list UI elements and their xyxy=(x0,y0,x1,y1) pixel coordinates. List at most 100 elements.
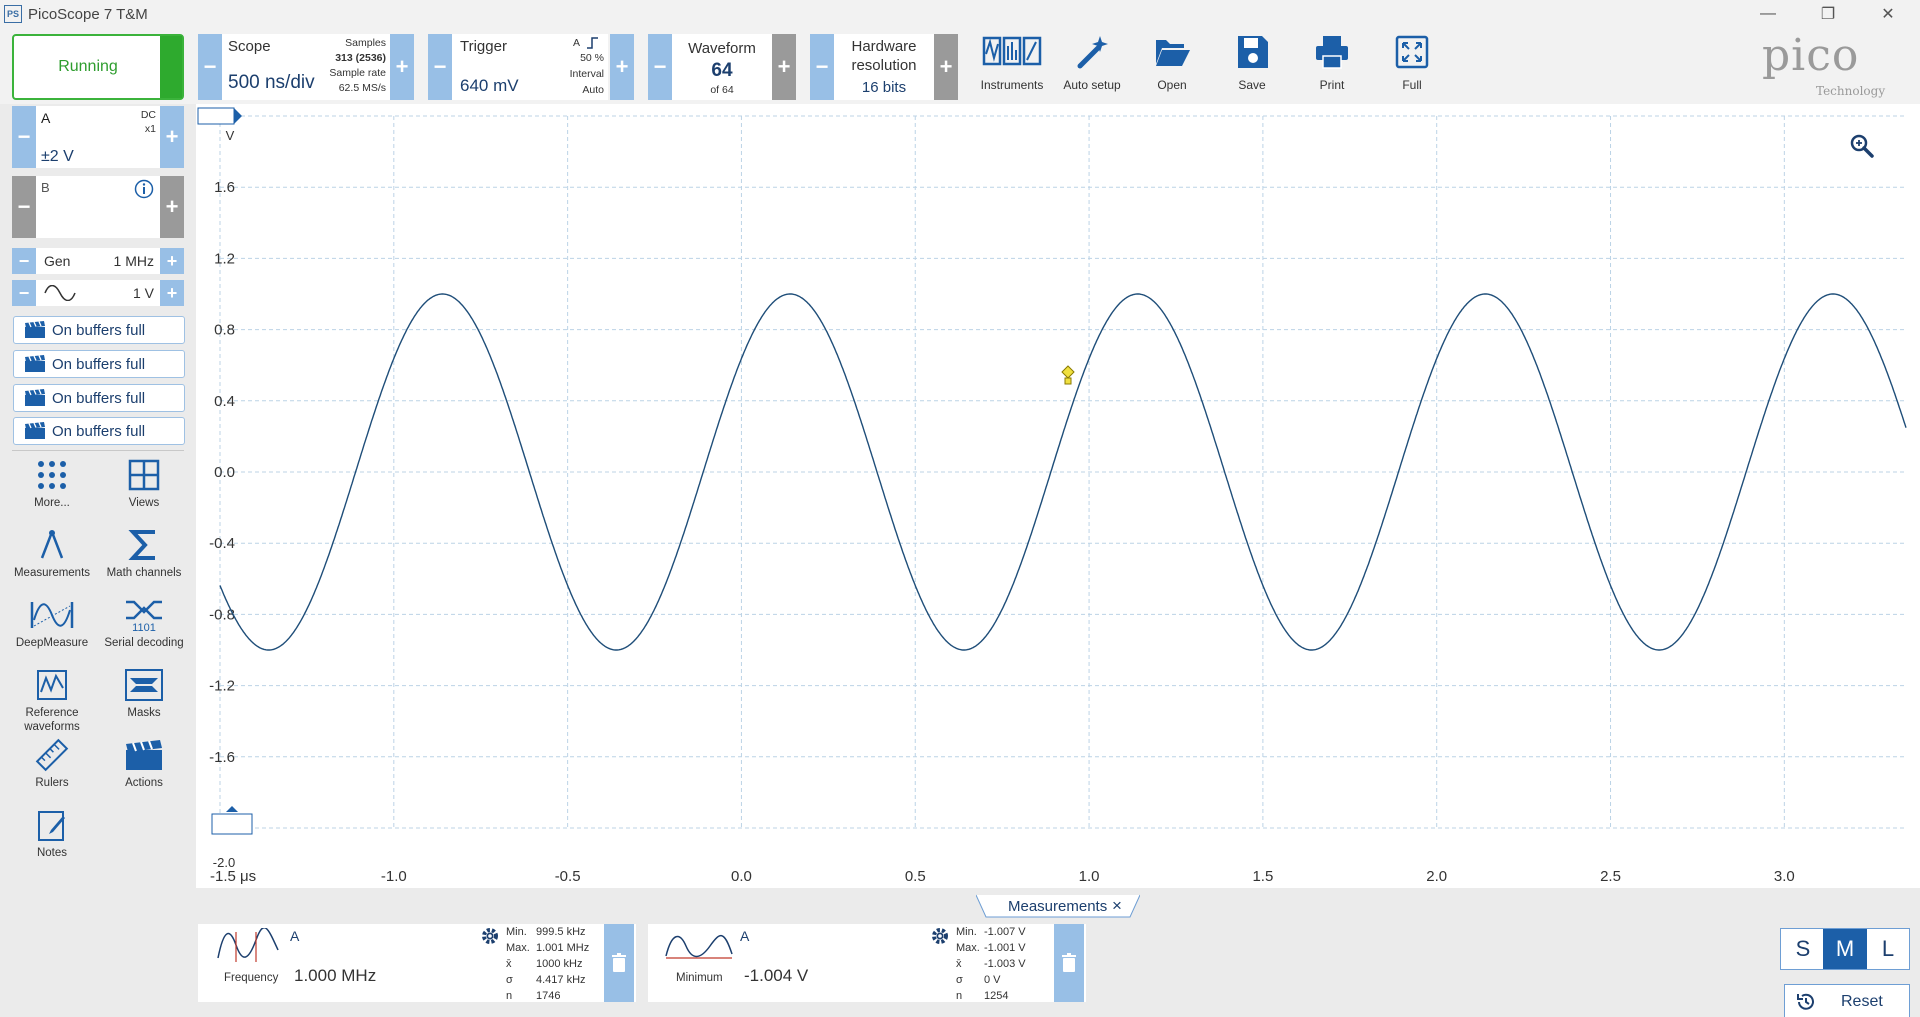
zoom-icon[interactable] xyxy=(1850,134,1874,158)
masks-icon xyxy=(125,669,163,701)
channel-a-increase-button[interactable]: + xyxy=(160,106,184,168)
timebase-control[interactable]: Scope 500 ns/div Samples 313 (2536) Samp… xyxy=(222,34,390,100)
trigger-channel: A xyxy=(572,37,580,49)
window-title: PicoScope 7 T&M xyxy=(28,6,148,23)
measurements-button[interactable]: Measurements xyxy=(6,528,98,596)
stat-label: σ xyxy=(506,974,513,986)
trigger-decrease-button[interactable]: − xyxy=(428,34,452,100)
gear-icon[interactable] xyxy=(480,926,500,946)
views-button[interactable]: Views xyxy=(98,458,190,526)
open-button[interactable]: Open xyxy=(1132,32,1212,96)
gear-icon[interactable] xyxy=(930,926,950,946)
size-medium-button[interactable]: M xyxy=(1823,929,1867,969)
fullscreen-button[interactable]: Full xyxy=(1372,32,1452,96)
size-small-button[interactable]: S xyxy=(1781,929,1825,969)
waveform-previous-button[interactable]: − xyxy=(648,34,672,100)
channel-a-decrease-button[interactable]: − xyxy=(12,106,36,168)
save-button[interactable]: Save xyxy=(1212,32,1292,96)
gen-freq-increase-button[interactable]: + xyxy=(160,248,184,274)
stats-values: 999.5 kHz 1.001 MHz 1000 kHz 4.417 kHz 1… xyxy=(536,924,600,1004)
x-tick-label: 0.0 xyxy=(731,868,752,885)
measurement-channel: A xyxy=(740,928,750,944)
action-on-buffers-full[interactable]: On buffers full xyxy=(13,316,185,344)
channel-a-control[interactable]: A DC x1 ±2 V xyxy=(36,106,160,168)
delete-measurement-button[interactable] xyxy=(604,924,634,1002)
sine-wave-icon xyxy=(44,285,76,301)
trigger-control[interactable]: Trigger 640 mV A 50 % Interval Auto xyxy=(452,34,608,100)
title-bar: PS PicoScope 7 T&M — ❐ ✕ xyxy=(0,0,1920,28)
waveform-control[interactable]: Waveform 64 of 64 xyxy=(672,34,772,100)
gen-freq-decrease-button[interactable]: − xyxy=(12,248,36,274)
auto-setup-button[interactable]: Auto setup xyxy=(1052,32,1132,96)
print-button[interactable]: Print xyxy=(1292,32,1372,96)
action-on-buffers-full[interactable]: On buffers full xyxy=(13,384,185,412)
stat-value: 4.417 kHz xyxy=(536,974,586,986)
fullscreen-label: Full xyxy=(1402,78,1422,92)
masks-button[interactable]: Masks xyxy=(98,668,190,736)
auto-setup-label: Auto setup xyxy=(1063,78,1121,92)
math-channels-button[interactable]: Math channels xyxy=(98,528,190,596)
buffer-label: On buffers full xyxy=(52,422,146,440)
resolution-increase-button[interactable]: + xyxy=(934,34,958,100)
notes-button[interactable]: Notes xyxy=(6,808,98,876)
rulers-button[interactable]: Rulers xyxy=(6,738,98,806)
size-large-button[interactable]: L xyxy=(1866,929,1910,969)
channel-b-increase-button[interactable]: + xyxy=(160,176,184,238)
minimize-button[interactable]: — xyxy=(1746,2,1790,26)
sample-rate-value: 62.5 MS/s xyxy=(338,82,386,94)
gen-amp-increase-button[interactable]: + xyxy=(160,280,184,306)
channel-b-decrease-button[interactable]: − xyxy=(12,176,36,238)
measurement-card-minimum[interactable]: A Minimum -1.004 V Min. Max. x̄ σ n -1.0… xyxy=(648,924,1086,1002)
y-axis-min-marker[interactable] xyxy=(211,806,253,835)
logo-text: pico xyxy=(1762,30,1860,81)
run-stop-button[interactable]: Running xyxy=(12,34,184,100)
gen-freq-control[interactable]: Gen 1 MHz xyxy=(36,248,160,274)
action-on-buffers-full[interactable]: On buffers full xyxy=(13,417,185,445)
actions-button[interactable]: Actions xyxy=(98,738,190,806)
buffer-label: On buffers full xyxy=(52,355,146,373)
measurements-tab[interactable]: Measurements × xyxy=(976,893,1140,919)
rulers-label: Rulers xyxy=(35,777,69,789)
reference-waveforms-button[interactable]: Reference waveforms xyxy=(6,668,98,736)
reset-button[interactable]: Reset xyxy=(1784,984,1910,1017)
delete-measurement-button[interactable] xyxy=(1054,924,1084,1002)
logo-subtext: Technology xyxy=(1816,84,1886,98)
resolution-control[interactable]: Hardware resolution 16 bits xyxy=(834,34,934,100)
action-on-buffers-full[interactable]: On buffers full xyxy=(13,350,185,378)
gen-amp-decrease-button[interactable]: − xyxy=(12,280,36,306)
divider xyxy=(12,450,184,451)
scope-chart[interactable]: 1.61.20.80.40.0-0.4-0.8-1.2-1.62.0V-2.0 … xyxy=(196,104,1920,888)
measurements-tab-close[interactable]: × xyxy=(1112,896,1122,916)
channel-b-name: B xyxy=(41,180,50,195)
gen-amplitude: 1 V xyxy=(132,285,154,301)
info-icon[interactable] xyxy=(134,179,154,199)
serial-decoding-button[interactable]: 1101 Serial decoding xyxy=(98,598,190,666)
samples-value: 313 (2536) xyxy=(335,52,386,64)
measurement-card-frequency[interactable]: A Frequency 1.000 MHz Min. Max. x̄ σ n 9… xyxy=(198,924,636,1002)
trigger-marker[interactable] xyxy=(1061,365,1075,385)
trigger-increase-button[interactable]: + xyxy=(610,34,634,100)
instruments-button[interactable]: Instruments xyxy=(972,32,1052,96)
y-axis-max-marker[interactable] xyxy=(197,107,242,125)
more-button[interactable]: More... xyxy=(6,458,98,526)
resolution-decrease-button[interactable]: − xyxy=(810,34,834,100)
x-tick-label: -0.5 xyxy=(555,868,581,885)
timebase-decrease-button[interactable]: − xyxy=(198,34,222,100)
close-button[interactable]: ✕ xyxy=(1866,2,1910,26)
deepmeasure-button[interactable]: DeepMeasure xyxy=(6,598,98,666)
stat-label: x̄ xyxy=(506,958,512,970)
stat-value: 1.001 MHz xyxy=(536,942,590,954)
stat-value: 999.5 kHz xyxy=(536,926,586,938)
channel-b-control[interactable]: B xyxy=(36,176,160,238)
scope-view[interactable]: 1.61.20.80.40.0-0.4-0.8-1.2-1.62.0V-2.0 … xyxy=(196,104,1920,888)
y-tick-label: 1.2 xyxy=(214,250,235,267)
x-tick-label: -1.5 μs xyxy=(210,868,256,885)
timebase-increase-button[interactable]: + xyxy=(390,34,414,100)
waveform-next-button[interactable]: + xyxy=(772,34,796,100)
restore-button[interactable]: ❐ xyxy=(1806,2,1850,26)
run-indicator-bar xyxy=(160,36,182,98)
clapper-icon xyxy=(25,422,45,439)
stat-value: 1000 kHz xyxy=(536,958,583,970)
x-tick-label: 1.5 xyxy=(1252,868,1273,885)
gen-amp-control[interactable]: 1 V xyxy=(36,280,160,306)
